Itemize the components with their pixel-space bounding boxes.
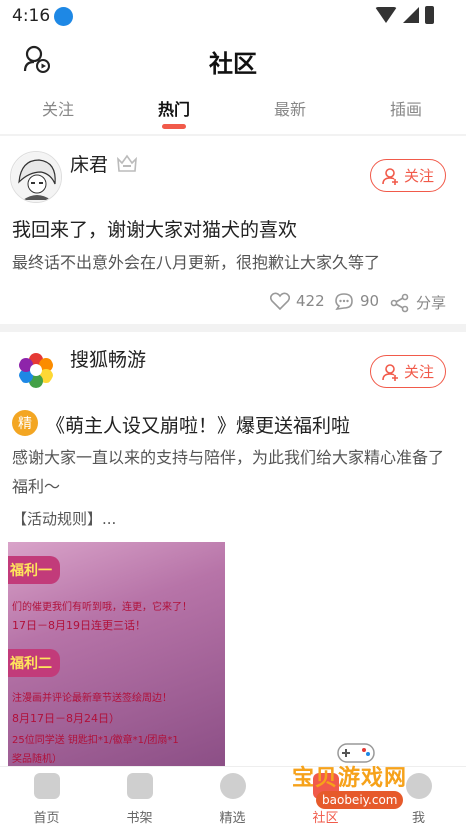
comment-button[interactable]: 90 <box>334 292 379 310</box>
tab-latest[interactable]: 最新 <box>232 96 348 120</box>
nav-home[interactable]: 首页 <box>0 767 93 828</box>
activity-rules[interactable]: 【活动规则】... <box>12 505 458 534</box>
like-count: 422 <box>296 292 325 310</box>
follow-label: 关注 <box>403 167 434 185</box>
status-icons <box>375 6 434 24</box>
app-header: 社区 <box>0 38 466 84</box>
tab-illustration[interactable]: 插画 <box>348 96 464 120</box>
post-image[interactable]: 福利一 们的催更我们有听到哦，连更，它来了！ 17日－8月19日连更三话！ 福利… <box>8 542 225 766</box>
post-body[interactable]: 最终话不出意外会在八月更新，很抱歉让大家久等了 <box>12 248 458 277</box>
heart-icon <box>270 292 290 310</box>
avatar[interactable] <box>18 352 54 388</box>
post-separator <box>0 324 466 332</box>
watermark-url: baobeiy.com <box>316 791 404 809</box>
promo-tag: 福利二 <box>8 649 60 677</box>
watermark-logo: 宝贝游戏网 baobeiy.com <box>292 736 442 816</box>
nav-label: 精选 <box>219 811 246 826</box>
avatar[interactable] <box>10 151 62 203</box>
add-user-icon <box>382 363 398 381</box>
post-title[interactable]: 《萌主人设又崩啦！》爆更送福利啦 <box>46 411 350 438</box>
watermark-text: 宝贝游戏网 <box>292 766 408 791</box>
author-name[interactable]: 床君 <box>70 150 108 177</box>
wifi-icon <box>375 7 397 23</box>
like-button[interactable]: 422 <box>270 292 325 310</box>
bookshelf-icon <box>127 773 153 799</box>
post-body[interactable]: 感谢大家一直以来的支持与陪伴，为此我们给大家精心准备了福利～ <box>12 443 458 501</box>
post-title[interactable]: 我回来了，谢谢大家对猫犬的喜欢 <box>12 215 297 242</box>
follow-label: 关注 <box>403 363 434 381</box>
promo-text: 25位同学送 钥匙扣*1/徽章*1/团扇*1 <box>12 735 179 746</box>
nav-featured[interactable]: 精选 <box>186 767 279 828</box>
share-button[interactable]: 分享 <box>390 292 446 313</box>
status-bar: 4:16 <box>0 0 466 32</box>
promo-text: 奖品随机） <box>12 754 62 765</box>
level-crown-icon <box>117 154 137 172</box>
nav-label: 书架 <box>126 811 153 826</box>
download-icon <box>54 7 73 26</box>
promo-text: 们的催更我们有听到哦，连更，它来了！ <box>12 602 192 613</box>
comment-icon <box>335 293 353 310</box>
status-time: 4:16 <box>12 6 51 26</box>
share-label: 分享 <box>416 294 447 312</box>
promo-text: 8月17日－8月24日） <box>12 712 120 725</box>
divider <box>0 134 466 136</box>
page-title: 社区 <box>209 50 257 78</box>
comment-count: 90 <box>360 292 380 310</box>
share-icon <box>390 293 409 312</box>
nav-bookshelf[interactable]: 书架 <box>93 767 186 828</box>
battery-icon <box>425 6 434 24</box>
promo-tag: 福利一 <box>8 556 60 584</box>
signal-icon <box>403 7 419 23</box>
promo-text: 17日－8月19日连更三话！ <box>12 619 146 632</box>
featured-icon <box>220 773 246 799</box>
tab-hot[interactable]: 热门 <box>116 96 232 120</box>
home-star-icon <box>34 773 60 799</box>
active-tab-indicator <box>162 124 186 129</box>
tab-follow[interactable]: 关注 <box>0 96 116 120</box>
follow-button[interactable]: 关注 <box>370 355 446 388</box>
author-name[interactable]: 搜狐畅游 <box>70 345 146 372</box>
promo-text: 注漫画并评论最新章节送签绘周边！ <box>12 693 172 704</box>
tab-bar: 关注 热门 最新 插画 <box>0 96 466 132</box>
nav-label: 首页 <box>33 811 60 826</box>
add-user-icon <box>382 167 398 185</box>
follow-button[interactable]: 关注 <box>370 159 446 192</box>
featured-badge: 精 <box>12 410 38 436</box>
